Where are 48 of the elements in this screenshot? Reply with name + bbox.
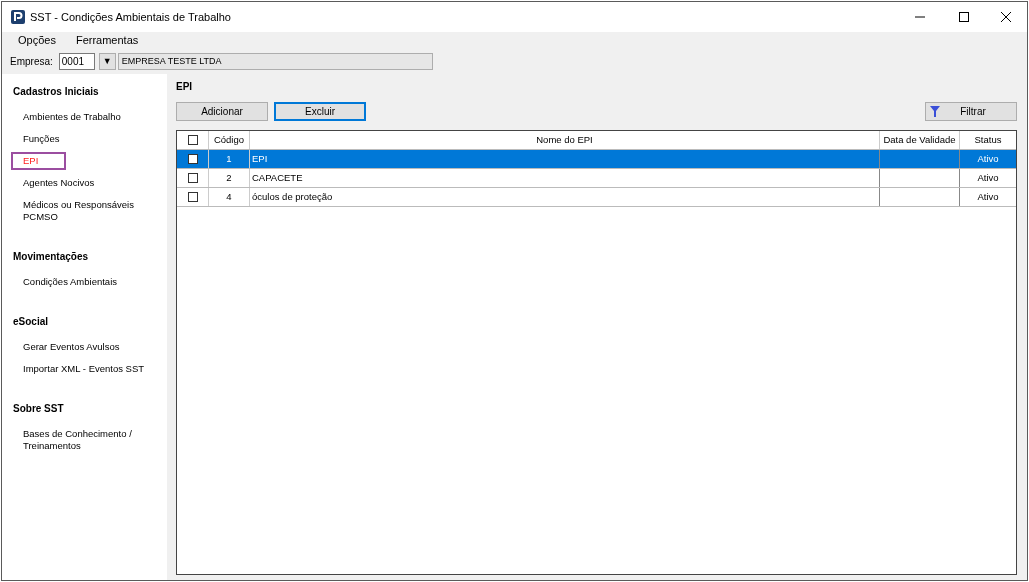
- filter-icon: [930, 106, 940, 117]
- table-cell-text: Ativo: [977, 189, 999, 204]
- table-row[interactable]: 2 CAPACETE Ativo: [177, 169, 1016, 188]
- checkbox[interactable]: [187, 192, 198, 202]
- page-title: EPI: [176, 80, 194, 93]
- table-cell-text: 1: [226, 151, 232, 166]
- company-name-field: EMPRESA TESTE LTDA: [117, 52, 433, 70]
- sidebar-item[interactable]: Importar XML - Eventos SST: [11, 360, 167, 378]
- table-cell-text: EPI: [252, 151, 268, 166]
- delete-button[interactable]: Excluir: [274, 102, 366, 121]
- column-header[interactable]: Nome do EPI: [250, 131, 880, 149]
- checkbox[interactable]: [187, 135, 198, 145]
- maximize-icon[interactable]: [959, 12, 969, 22]
- table-cell-text: Ativo: [977, 151, 999, 166]
- table-cell-text: 2: [226, 170, 232, 185]
- sidebar-item[interactable]: Agentes Nocivos: [11, 174, 167, 192]
- table-row[interactable]: 4 óculos de proteção Ativo: [177, 188, 1016, 207]
- sidebar-item[interactable]: Médicos ou Responsáveis PCMSO: [11, 196, 167, 226]
- sidebar-section-title: Movimentações: [13, 250, 90, 264]
- sidebar-item[interactable]: Funções: [11, 130, 167, 148]
- menu-item[interactable]: Ferramentas: [67, 31, 147, 49]
- filter-button[interactable]: Filtrar: [925, 102, 1017, 121]
- checkbox[interactable]: [187, 154, 198, 164]
- close-icon[interactable]: [1001, 12, 1011, 22]
- table-cell-text: 4: [226, 189, 232, 204]
- add-button[interactable]: Adicionar: [176, 102, 268, 121]
- company-code-field[interactable]: 0001: [58, 52, 95, 70]
- column-header[interactable]: Código: [209, 131, 250, 149]
- sidebar-item[interactable]: EPI: [11, 152, 66, 170]
- company-label: Empresa:: [10, 54, 53, 69]
- table-cell-text: Ativo: [977, 170, 999, 185]
- table-cell-text: óculos de proteção: [252, 189, 333, 204]
- sidebar-section-title: eSocial: [13, 315, 50, 329]
- dropdown-button[interactable]: ▼: [98, 52, 116, 70]
- column-header[interactable]: Status: [960, 131, 1016, 149]
- column-header[interactable]: Data de Validade: [880, 131, 960, 149]
- table-row[interactable]: 1 EPI Ativo: [177, 150, 1016, 169]
- menu-item[interactable]: Opções: [10, 31, 64, 49]
- app-logo-icon: [11, 10, 25, 24]
- checkbox[interactable]: [187, 173, 198, 183]
- sidebar-section-title: Sobre SST: [13, 402, 65, 416]
- window-title: SST - Condições Ambientais de Trabalho: [30, 9, 231, 25]
- table-cell-text: CAPACETE: [252, 170, 303, 185]
- sidebar-item[interactable]: Condições Ambientais: [11, 273, 167, 291]
- sidebar-item[interactable]: Bases de Conhecimento / Treinamentos: [11, 425, 167, 455]
- sidebar-item[interactable]: Gerar Eventos Avulsos: [11, 338, 167, 356]
- sidebar-section-title: Cadastros Iniciais: [13, 85, 100, 99]
- sidebar-item[interactable]: Ambientes de Trabalho: [11, 108, 167, 126]
